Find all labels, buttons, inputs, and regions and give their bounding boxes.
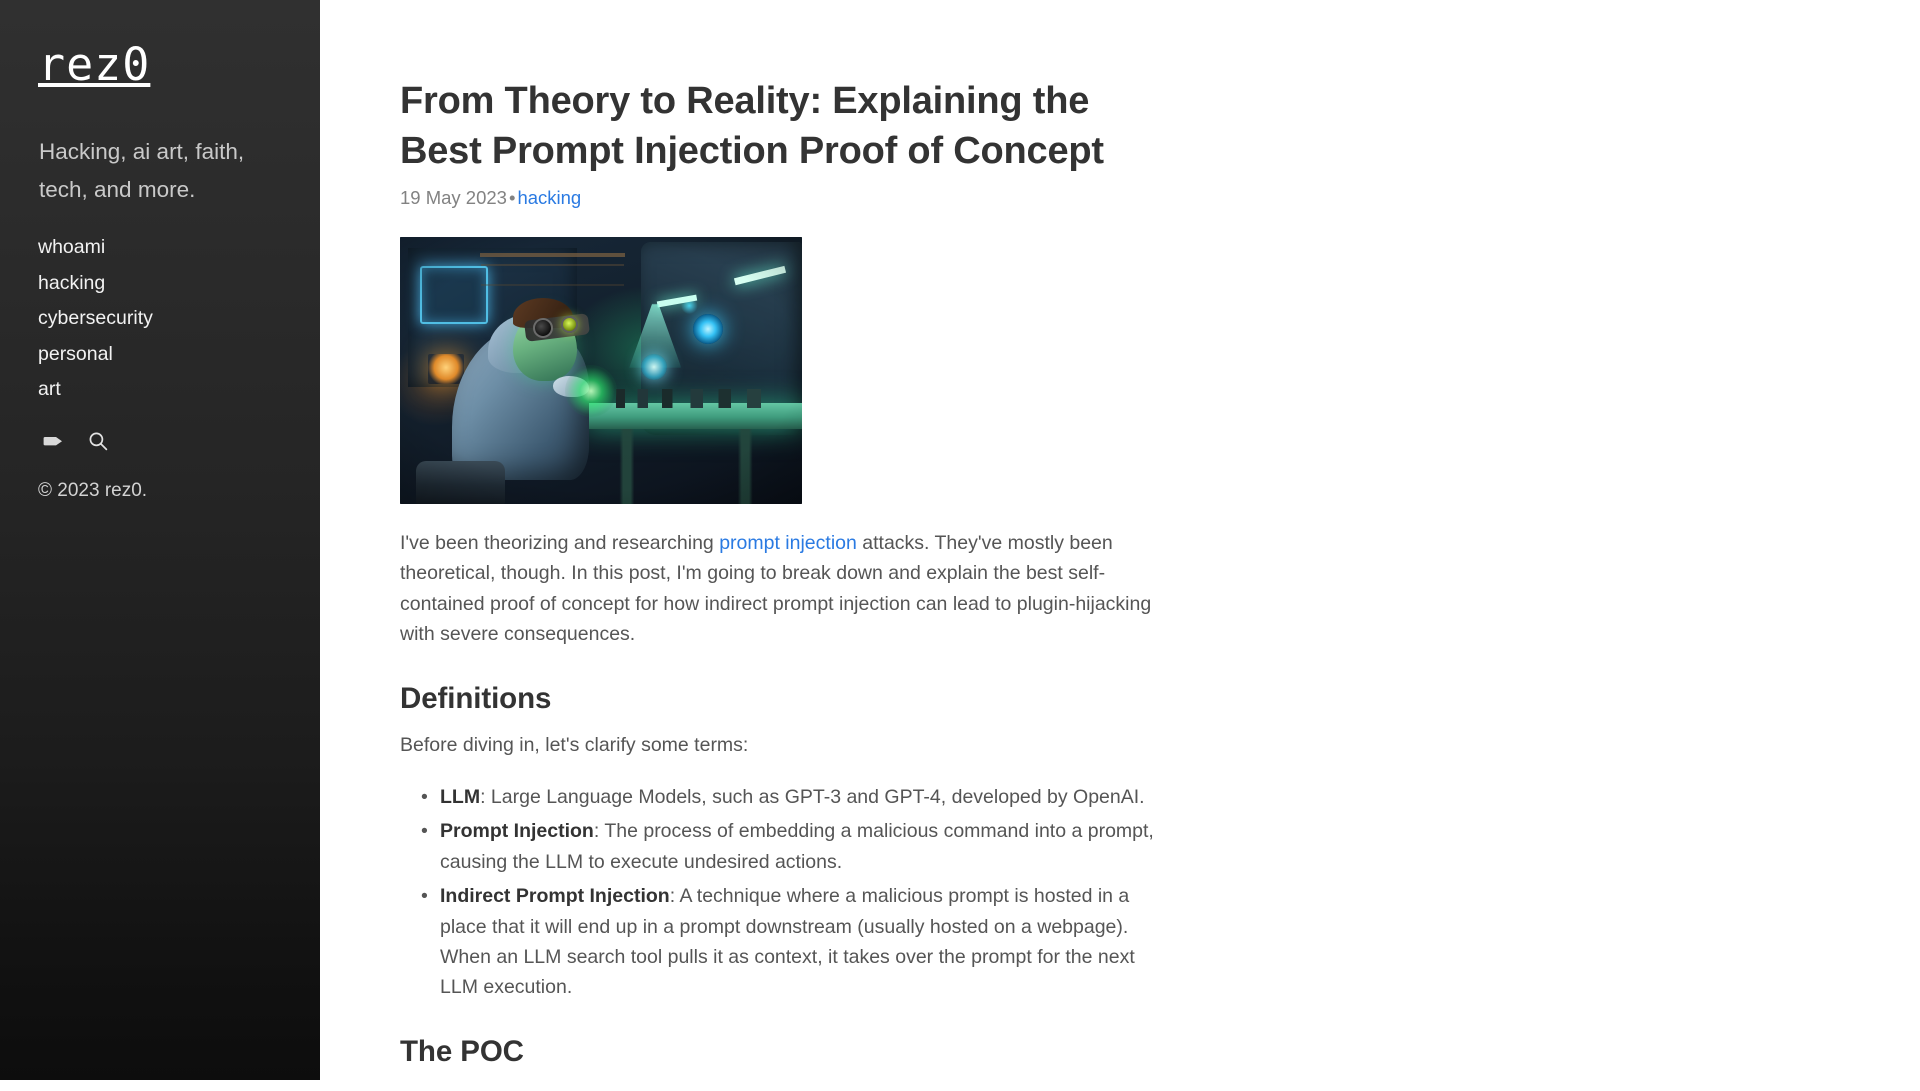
definition-term: Prompt Injection bbox=[440, 820, 594, 843]
definition-text: : Large Language Models, such as GPT-3 a… bbox=[480, 786, 1145, 809]
sidebar-item-whoami[interactable]: whoami bbox=[38, 230, 278, 266]
sidebar-nav: whoami hacking cybersecurity personal ar… bbox=[38, 230, 278, 408]
list-item: Prompt Injection: The process of embeddi… bbox=[421, 816, 1156, 877]
sidebar-item-art[interactable]: art bbox=[38, 372, 278, 408]
sidebar-item-cybersecurity[interactable]: cybersecurity bbox=[38, 301, 278, 337]
post-meta: 19 May 2023 • hacking bbox=[400, 176, 1156, 210]
meta-separator: • bbox=[508, 187, 516, 208]
post-category-link[interactable]: hacking bbox=[517, 187, 581, 208]
sidebar-icon-row bbox=[43, 430, 109, 452]
intro-text-before: I've been theorizing and researching bbox=[400, 532, 720, 554]
list-item: Indirect Prompt Injection: A technique w… bbox=[421, 881, 1156, 1003]
search-icon[interactable] bbox=[87, 430, 109, 452]
definitions-list: LLM: Large Language Models, such as GPT-… bbox=[400, 782, 1156, 1003]
section-heading-definitions: Definitions bbox=[400, 681, 552, 715]
section-heading-the-poc: The POC bbox=[400, 1034, 524, 1068]
list-item: LLM: Large Language Models, such as GPT-… bbox=[421, 782, 1156, 813]
sidebar-item-personal[interactable]: personal bbox=[38, 337, 278, 373]
hero-vignette bbox=[400, 237, 802, 504]
post-body: I've been theorizing and researching pro… bbox=[400, 528, 1156, 1069]
sidebar-item-hacking[interactable]: hacking bbox=[38, 266, 278, 302]
post-date: 19 May 2023 bbox=[400, 187, 507, 208]
site-logo[interactable]: rez0 bbox=[38, 41, 150, 89]
page-title: From Theory to Reality: Explaining the B… bbox=[400, 80, 1104, 172]
sidebar: rez0 Hacking, ai art, faith, tech, and m… bbox=[0, 0, 320, 1080]
hero-image bbox=[400, 237, 802, 504]
intro-paragraph: I've been theorizing and researching pro… bbox=[400, 528, 1156, 650]
definitions-lead: Before diving in, let's clarify some ter… bbox=[400, 733, 749, 756]
tag-icon[interactable] bbox=[43, 430, 65, 452]
main-content: From Theory to Reality: Explaining the B… bbox=[400, 0, 1156, 1091]
prompt-injection-link[interactable]: prompt injection bbox=[719, 532, 857, 554]
definition-term: LLM bbox=[440, 786, 481, 809]
site-copyright: © 2023 rez0. bbox=[38, 480, 148, 501]
site-tagline: Hacking, ai art, faith, tech, and more. bbox=[39, 139, 245, 202]
definition-term: Indirect Prompt Injection bbox=[440, 885, 670, 908]
